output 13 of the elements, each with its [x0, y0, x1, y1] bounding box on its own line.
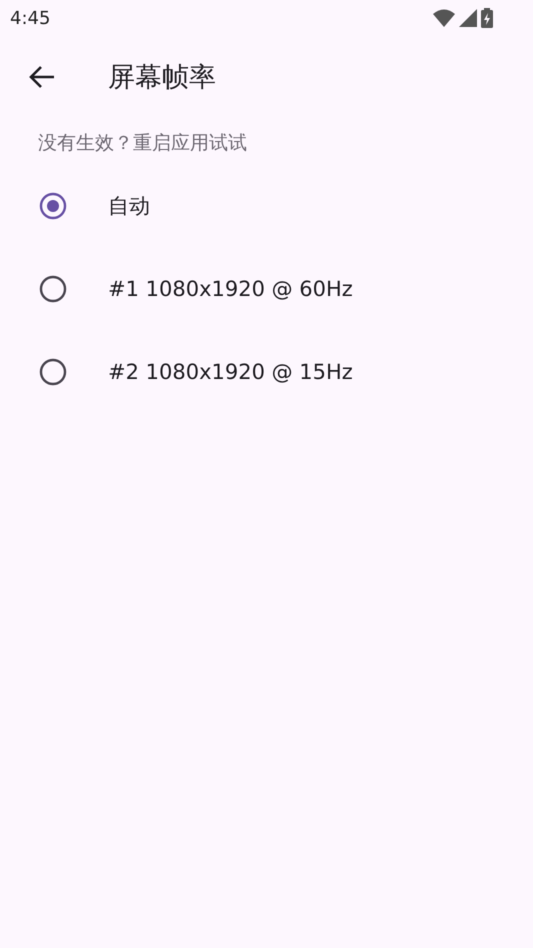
radio-button[interactable] — [38, 190, 68, 220]
status-time: 4:45 — [10, 8, 50, 28]
option-label: #2 1080x1920 @ 15Hz — [108, 360, 353, 384]
signal-icon — [459, 9, 477, 27]
battery-icon — [481, 8, 493, 28]
option-label: #1 1080x1920 @ 60Hz — [108, 276, 353, 300]
wifi-icon — [433, 9, 455, 27]
page-title: 屏幕帧率 — [108, 61, 216, 95]
back-arrow-icon — [29, 65, 55, 89]
hint-text: 没有生效？重启应用试试 — [37, 131, 248, 156]
radio-button[interactable] — [38, 356, 68, 386]
radio-button[interactable] — [38, 274, 68, 304]
option-label: 自动 — [108, 192, 150, 220]
